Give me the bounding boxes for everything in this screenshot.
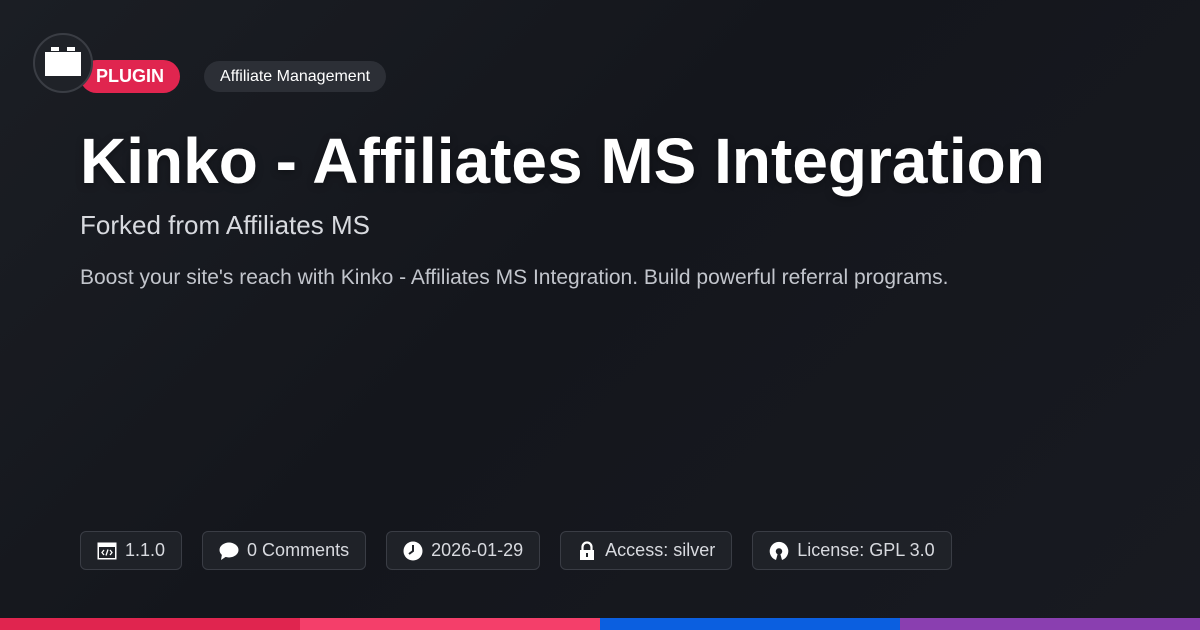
color-bar-segment-4 (900, 618, 1200, 630)
license-text: License: GPL 3.0 (797, 540, 935, 560)
lock-icon (577, 540, 597, 561)
license-pill: License: GPL 3.0 (752, 531, 952, 570)
open-source-icon (769, 541, 789, 561)
badge-row: PLUGIN Affiliate Management (80, 60, 387, 93)
code-icon (97, 541, 117, 561)
meta-row: 1.1.0 0 Comments 2026-01-29 Access: silv… (80, 531, 972, 570)
version-text: 1.1.0 (125, 540, 166, 560)
access-text: Access: silver (605, 540, 716, 560)
color-bar (0, 618, 1200, 630)
type-badge: PLUGIN (80, 60, 181, 93)
comments-pill[interactable]: 0 Comments (202, 531, 367, 570)
date-pill: 2026-01-29 (386, 531, 541, 570)
color-bar-segment-3 (600, 618, 900, 630)
comment-icon (219, 541, 239, 561)
clock-icon (403, 541, 423, 561)
color-bar-segment-2 (300, 618, 600, 630)
page-description: Boost your site's reach with Kinko - Aff… (80, 266, 949, 289)
page-subtitle: Forked from Affiliates MS (80, 210, 370, 240)
comments-text: 0 Comments (247, 540, 350, 560)
date-text: 2026-01-29 (431, 540, 524, 560)
access-pill: Access: silver (560, 531, 733, 570)
block-icon (45, 47, 81, 76)
logo (33, 33, 93, 93)
version-pill: 1.1.0 (80, 531, 183, 570)
category-badge[interactable]: Affiliate Management (204, 61, 387, 92)
page-title: Kinko - Affiliates MS Integration (80, 125, 1045, 197)
color-bar-segment-1 (0, 618, 300, 630)
